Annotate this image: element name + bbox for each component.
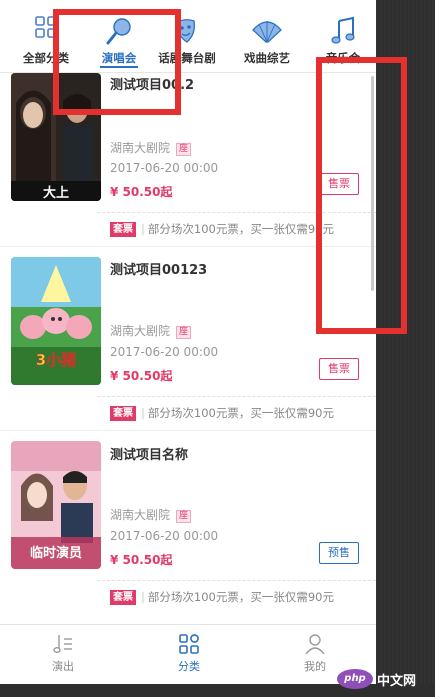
show-price: ¥ 50.50起	[110, 553, 173, 567]
seat-badge: 座	[176, 143, 192, 156]
promo-text: 部分场次100元票，买一张仅需90元	[147, 222, 334, 236]
promo-line: 套票 | 部分场次100元票，买一张仅需90元	[110, 221, 334, 237]
seat-badge: 座	[176, 510, 192, 523]
show-title: 测试项目00123	[110, 263, 208, 278]
nav-shows[interactable]: 演出	[0, 625, 126, 684]
buy-ticket-button[interactable]: 售票	[319, 358, 359, 380]
venue-line: 湖南大剧院座	[110, 322, 192, 339]
promo-divider: |	[141, 406, 145, 420]
divider	[97, 580, 376, 581]
venue-name: 湖南大剧院	[110, 508, 171, 522]
list-item[interactable]: 临时演员 测试项目名称 湖南大剧院座 2017-06-20 00:00 ¥ 50…	[0, 440, 376, 624]
promo-line: 套票 | 部分场次100元票，买一张仅需90元	[110, 405, 334, 421]
divider	[97, 396, 376, 397]
poster-caption: 大上	[43, 185, 69, 201]
poster-caption: 3小猪	[36, 351, 76, 369]
package-badge: 套票	[110, 590, 136, 605]
item-divider	[0, 430, 376, 431]
poster-image: 临时演员	[11, 441, 101, 569]
nav-label: 演出	[52, 660, 74, 673]
show-date: 2017-06-20 00:00	[110, 529, 219, 543]
show-title: 测试项目名称	[110, 448, 189, 463]
poster-image: 3小猪	[11, 257, 101, 385]
promo-divider: |	[141, 222, 145, 236]
php-logo: php	[337, 669, 373, 689]
seat-badge: 座	[176, 326, 192, 339]
user-icon	[305, 634, 325, 655]
venue-name: 湖南大剧院	[110, 141, 171, 155]
promo-text: 部分场次100元票，买一张仅需90元	[147, 406, 334, 420]
music-note-icon	[331, 16, 355, 44]
show-price: ¥ 50.50起	[110, 369, 173, 383]
promo-line: 套票 | 部分场次100元票，买一张仅需90元	[110, 589, 334, 605]
nav-label: 分类	[178, 660, 200, 673]
fan-icon	[252, 21, 282, 43]
package-badge: 套票	[110, 406, 136, 421]
venue-line: 湖南大剧院座	[110, 139, 192, 156]
bottom-nav: 演出 分类 我的	[0, 624, 376, 684]
annotation-box-scroll	[316, 57, 407, 334]
category-opera[interactable]: 戏曲综艺	[228, 0, 306, 72]
promo-text: 部分场次100元票，买一张仅需90元	[147, 590, 334, 604]
show-date: 2017-06-20 00:00	[110, 161, 219, 175]
venue-line: 湖南大剧院座	[110, 506, 192, 523]
category-label: 戏曲综艺	[244, 51, 290, 65]
venue-name: 湖南大剧院	[110, 324, 171, 338]
category-grid-icon	[179, 634, 199, 654]
watermark: php 中文网	[333, 665, 435, 697]
annotation-box-concert	[53, 9, 181, 115]
presale-button[interactable]: 预售	[319, 542, 359, 564]
poster-caption: 临时演员	[30, 545, 82, 561]
promo-divider: |	[141, 590, 145, 604]
music-sheet-icon	[53, 635, 72, 653]
package-badge: 套票	[110, 222, 136, 237]
nav-category[interactable]: 分类	[126, 625, 252, 684]
show-date: 2017-06-20 00:00	[110, 345, 219, 359]
show-price: ¥ 50.50起	[110, 185, 173, 199]
watermark-text: 中文网	[377, 674, 417, 689]
